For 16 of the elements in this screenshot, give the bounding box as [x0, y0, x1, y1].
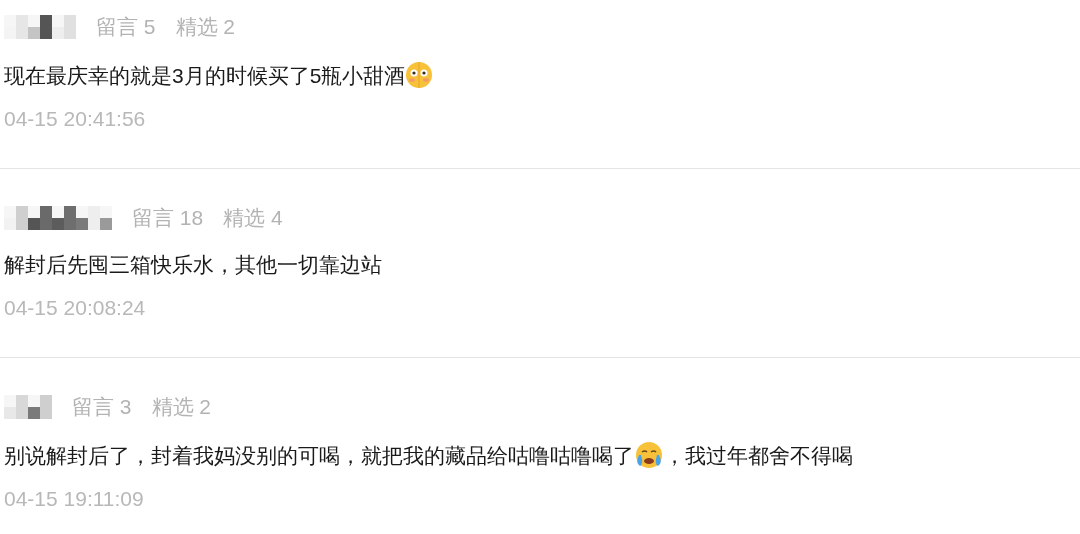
comment-text: 解封后先囤三箱快乐水，其他一切靠边站 [4, 252, 382, 278]
emoji-icon [405, 61, 434, 89]
comment-text: 现在最庆幸的就是3月的时候买了5瓶小甜酒 [4, 61, 434, 87]
comment-stat: 留言 18 [132, 205, 204, 232]
emoji-icon [634, 441, 664, 469]
comment-stat: 留言 5 [96, 14, 156, 41]
redacted-name-drawing [4, 15, 76, 39]
comment-stat: 精选 2 [151, 394, 212, 421]
comment-time: 04-15 20:08:24 [4, 295, 146, 321]
comment-text: 别说解封后了，封着我妈没别的可喝，就把我的藏品给咕噜咕噜喝了 ，我过年都舍不得喝 [4, 441, 853, 467]
comment-time: 04-15 19:11:09 [4, 486, 144, 512]
redacted-name-drawing [4, 395, 52, 419]
comment-stat: 精选 4 [223, 205, 283, 232]
comment-stat: 留言 3 [72, 394, 132, 421]
comment-stat: 精选 2 [175, 14, 236, 41]
comment-time: 04-15 20:41:56 [4, 106, 146, 132]
